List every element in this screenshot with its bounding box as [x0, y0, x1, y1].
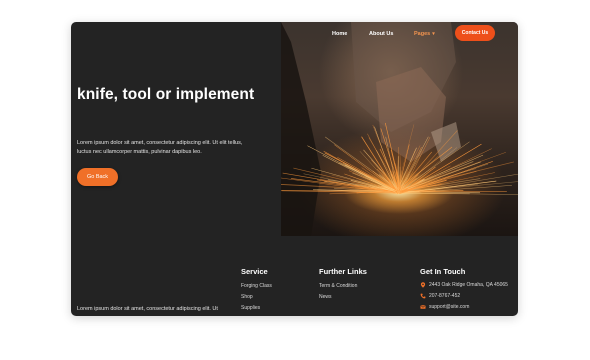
footer-about-text: Lorem ipsum dolor sit amet, consectetur …: [77, 306, 218, 312]
footer-link-shop[interactable]: Shop: [241, 294, 253, 300]
nav-about-us[interactable]: About Us: [369, 31, 393, 37]
contact-email-text: support@site.com: [429, 304, 470, 310]
spark-streak: [399, 172, 495, 193]
top-navigation: Home About Us Pages ▾ Contact Us: [71, 22, 518, 44]
map-pin-icon: [420, 282, 426, 288]
footer-service-title: Service: [241, 267, 268, 276]
nav-pages[interactable]: Pages ▾: [414, 31, 435, 37]
footer-link-forging-class[interactable]: Forging Class: [241, 283, 272, 289]
footer-get-in-touch-title: Get In Touch: [420, 267, 466, 276]
contact-address-text: 2443 Oak Ridge Omaha, QA 45065: [429, 282, 508, 288]
footer-link-supplies[interactable]: Supplies: [241, 305, 260, 311]
contact-phone: 207-8767-452: [420, 293, 460, 299]
contact-address: 2443 Oak Ridge Omaha, QA 45065: [420, 282, 508, 288]
footer-further-links-title: Further Links: [319, 267, 367, 276]
page-frame: Home About Us Pages ▾ Contact Us knife, t…: [71, 22, 518, 316]
envelope-icon: [420, 304, 426, 310]
footer-link-news[interactable]: News: [319, 294, 332, 300]
contact-phone-text: 207-8767-452: [429, 293, 461, 299]
spark-streak: [399, 161, 493, 195]
phone-icon: [420, 293, 426, 299]
contact-email: support@site.com: [420, 304, 469, 310]
go-back-button[interactable]: Go Back: [77, 168, 118, 186]
nav-pages-label: Pages: [414, 31, 431, 37]
hero-description: Lorem ipsum dolor sit amet, consectetur …: [77, 140, 243, 155]
hero-title: knife, tool or implement: [77, 86, 255, 103]
chevron-down-icon: ▾: [432, 31, 435, 37]
nav-home[interactable]: Home: [332, 31, 347, 37]
hero-image: [281, 22, 518, 236]
sparks-graphic: [281, 22, 518, 236]
footer-link-terms[interactable]: Term & Condition: [319, 283, 357, 289]
contact-us-button[interactable]: Contact Us: [455, 25, 495, 41]
